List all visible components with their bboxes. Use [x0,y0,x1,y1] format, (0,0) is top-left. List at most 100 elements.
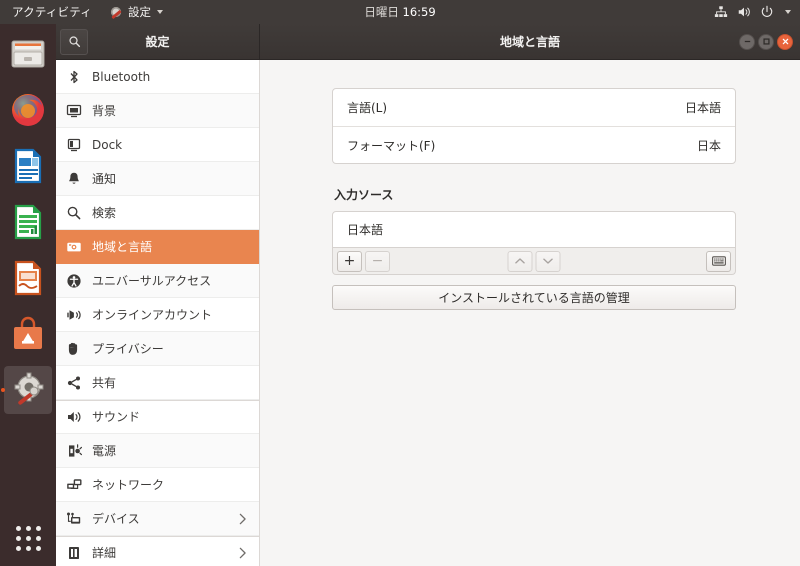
firefox-icon [12,94,44,126]
sidebar-item-notifications[interactable]: 通知 [56,162,259,196]
header-right: 地域と言語 [260,24,800,59]
wallpaper-icon [66,104,82,117]
sidebar-item-label: Dock [92,137,123,152]
header-left: 設定 [56,24,260,59]
sidebar-item-label: 通知 [92,171,117,186]
sidebar-item-label: 共有 [92,375,117,390]
window-header-bar: 設定 地域と言語 [56,24,800,60]
panel-title: 地域と言語 [499,35,560,49]
impress-presentation-icon [14,260,42,296]
input-sources-toolbar: + − [332,248,736,275]
top-bar: アクティビティ 設定 日曜日 16:59 [0,0,800,24]
desktop-screen: アクティビティ 設定 日曜日 16:59 設定 地域と言語 Bluetooth … [0,0,800,566]
sidebar-item-online-accounts[interactable]: オンラインアカウント [56,298,259,332]
dock-item-files[interactable] [4,30,52,78]
formats-value: 日本 [696,138,721,153]
formats-row[interactable]: フォーマット(F) 日本 [333,126,735,163]
show-applications-button[interactable] [8,518,48,558]
dock-item-ubuntu-software[interactable] [4,310,52,358]
maximize-icon [762,38,770,45]
writer-document-icon [14,148,42,184]
settings-gear-wrench-icon [14,372,44,405]
plus-icon: + [343,253,356,269]
settings-window: 設定 地域と言語 Bluetooth 背景 Dock 通知 検索 地域と言語 ユ… [56,24,800,566]
close-icon [782,38,788,45]
sidebar-item-label: ネットワーク [92,477,165,492]
region-language-panel: 言語(L) 日本語 フォーマット(F) 日本 入力ソース 日本語 + − インス… [260,60,800,566]
dock-item-libreoffice-calc[interactable] [4,198,52,246]
input-sources-title: 入力ソース [334,188,394,202]
sidebar-item-network[interactable]: ネットワーク [56,468,259,502]
minimize-icon [744,40,750,43]
software-store-icon [14,316,42,349]
sidebar-item-label: 詳細 [92,546,117,560]
power-plug-icon [69,443,82,457]
show-applications-grid-icon [15,525,21,531]
dock-item-libreoffice-writer[interactable] [4,142,52,190]
sidebar-item-label: Bluetooth [92,69,151,84]
window-controls [739,33,800,50]
clock[interactable]: 日曜日 16:59 [0,4,800,20]
sidebar-item-devices[interactable]: デバイス [56,502,259,536]
search-icon [68,36,80,48]
down-chevron-icon [543,258,553,264]
keyboard-icon [711,256,726,266]
language-row[interactable]: 言語(L) 日本語 [333,89,735,126]
search-button[interactable] [60,28,88,55]
calc-spreadsheet-icon [14,204,42,240]
search-icon [67,206,81,219]
sidebar-item-label: 地域と言語 [92,239,153,254]
sidebar-item-privacy[interactable]: プライバシー [56,332,259,366]
keyboard-preview-button[interactable] [706,250,731,272]
formats-label: フォーマット(F) [347,138,436,153]
sidebar-item-label: オンラインアカウント [92,307,213,322]
details-info-icon [69,547,79,559]
devices-icon [67,512,81,524]
sidebar-item-label: 背景 [92,103,117,118]
privacy-hand-icon [68,342,78,355]
up-chevron-icon [515,258,525,264]
input-source-list-item[interactable]: 日本語 [332,211,736,248]
sidebar-item-dock[interactable]: Dock [56,128,259,162]
move-down-button[interactable] [535,250,561,272]
region-language-icon [67,242,81,251]
dock-item-libreoffice-impress[interactable] [4,254,52,302]
sharing-icon [67,376,80,389]
clock-time: 16:59 [402,5,436,19]
clock-day: 日曜日 [364,5,399,19]
online-accounts-icon [67,309,81,320]
language-format-card: 言語(L) 日本語 フォーマット(F) 日本 [332,88,736,164]
language-value: 日本語 [684,101,721,115]
minimize-button[interactable] [739,33,755,50]
reorder-buttons [507,250,561,272]
sidebar-item-label: デバイス [92,511,140,526]
sidebar-item-label: サウンド [92,410,141,424]
dock-item-firefox[interactable] [4,86,52,134]
sidebar-item-background[interactable]: 背景 [56,94,259,128]
sidebar-item-power[interactable]: 電源 [56,434,259,468]
minus-icon: − [371,253,384,269]
dock [0,24,56,566]
sidebar-item-details[interactable]: 詳細 [56,536,259,566]
sidebar-item-label: ユニバーサルアクセス [92,273,212,288]
sidebar-item-sharing[interactable]: 共有 [56,366,259,400]
sidebar-item-search[interactable]: 検索 [56,196,259,230]
input-source-label: 日本語 [347,223,384,237]
sound-speaker-icon [68,412,81,422]
maximize-button[interactable] [758,33,774,50]
dock-item-settings[interactable] [4,366,52,414]
sidebar-item-sound[interactable]: サウンド [56,400,259,434]
sidebar-item-region-and-language[interactable]: 地域と言語 [56,230,259,264]
network-icon [67,478,82,489]
close-button[interactable] [777,33,793,50]
move-up-button[interactable] [507,250,533,272]
chevron-right-icon [239,513,246,524]
sidebar-item-universal-access[interactable]: ユニバーサルアクセス [56,264,259,298]
window-body: Bluetooth 背景 Dock 通知 検索 地域と言語 ユニバーサルアクセス… [56,60,800,566]
add-input-source-button[interactable]: + [337,250,362,272]
remove-input-source-button[interactable]: − [365,250,390,272]
settings-sidebar: Bluetooth 背景 Dock 通知 検索 地域と言語 ユニバーサルアクセス… [56,60,260,566]
bell-icon [69,172,79,184]
manage-installed-languages-button[interactable]: インストールされている言語の管理 [332,285,736,310]
sidebar-item-bluetooth[interactable]: Bluetooth [56,60,259,94]
